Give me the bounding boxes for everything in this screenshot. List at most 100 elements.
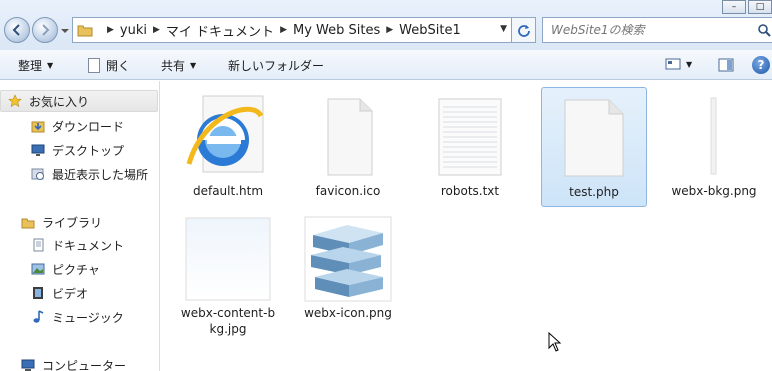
videos-icon [30, 285, 46, 301]
recent-places-icon [30, 166, 46, 182]
breadcrumb-my-documents[interactable]: マイ ドキュメント [166, 21, 274, 40]
star-icon [7, 93, 23, 109]
libraries-icon [20, 214, 36, 230]
sidebar-item-downloads[interactable]: ダウンロード [0, 115, 158, 137]
file-name: webx-content-bkg.jpg [180, 306, 276, 336]
folder-icon [77, 25, 93, 37]
organize-label: 整理 [18, 59, 43, 73]
new-folder-button[interactable]: 新しいフォルダー [228, 57, 324, 74]
breadcrumb-yuki[interactable]: yuki [120, 23, 147, 38]
refresh-icon [517, 25, 530, 37]
refresh-button[interactable] [512, 17, 536, 43]
change-view-button[interactable]: ▼ [665, 58, 692, 70]
sidebar-label: ライブラリ [42, 215, 103, 230]
navigation-pane: お気に入り ダウンロード デスクトップ 最近表示した場所 ライブラリ ドキュメン… [0, 81, 160, 371]
minimize-icon: – [731, 2, 737, 12]
sidebar-label: 最近表示した場所 [52, 167, 149, 182]
sidebar-item-music[interactable]: ミュージック [0, 306, 158, 328]
chevron-down-icon: ▼ [47, 61, 54, 70]
chevron-down-icon: ▼ [686, 59, 693, 69]
image-strip-icon [666, 93, 762, 181]
chevron-right-icon[interactable]: ▶ [280, 25, 287, 35]
file-list: default.htm favicon.ico robots.txt test.… [161, 81, 772, 371]
maximize-icon: □ [755, 2, 765, 12]
maximize-button[interactable]: □ [748, 0, 772, 14]
sidebar-label: ビデオ [52, 286, 89, 301]
search-icon[interactable] [757, 23, 771, 37]
sidebar-item-documents[interactable]: ドキュメント [0, 234, 158, 256]
document-icon [88, 58, 100, 73]
new-folder-label: 新しいフォルダー [228, 59, 325, 73]
file-name: webx-icon.png [304, 306, 392, 320]
computer-icon [20, 357, 36, 371]
sidebar-label: お気に入り [29, 94, 90, 109]
preview-pane-icon [718, 58, 734, 72]
breadcrumb-my-web-sites[interactable]: My Web Sites [293, 23, 380, 38]
share-menu[interactable]: 共有 ▼ [161, 57, 196, 74]
file-item[interactable]: webx-content-bkg.jpg [175, 209, 281, 344]
back-button[interactable] [4, 17, 30, 43]
downloads-folder-icon [30, 118, 46, 134]
open-button[interactable]: 開く [88, 57, 130, 74]
address-bar[interactable]: ▶ yuki ▶ マイ ドキュメント ▶ My Web Sites ▶ WebS… [72, 17, 512, 43]
stacked-blocks-icon [300, 215, 396, 303]
gradient-image-icon [180, 215, 276, 303]
sidebar-item-pictures[interactable]: ピクチャ [0, 258, 158, 280]
file-item-selected[interactable]: test.php [541, 87, 647, 207]
file-name: robots.txt [440, 184, 500, 198]
sidebar-item-libraries[interactable]: ライブラリ [0, 211, 158, 233]
music-note-icon [30, 309, 46, 325]
help-icon: ? [752, 56, 770, 74]
sidebar-label: ドキュメント [52, 238, 125, 253]
chevron-right-icon[interactable]: ▶ [153, 25, 160, 35]
organize-menu[interactable]: 整理 ▼ [18, 57, 53, 74]
sidebar-item-videos[interactable]: ビデオ [0, 282, 158, 304]
view-icon [665, 58, 681, 70]
desktop-icon [30, 142, 46, 158]
chevron-right-icon[interactable]: ▶ [107, 25, 114, 35]
chevron-right-icon[interactable]: ▶ [386, 25, 393, 35]
open-label: 開く [106, 59, 131, 73]
sidebar-label: コンピューター [42, 358, 127, 371]
file-name: test.php [569, 185, 619, 199]
file-item[interactable]: webx-icon.png [295, 209, 401, 329]
file-item[interactable]: favicon.ico [295, 87, 401, 207]
search-input[interactable] [551, 23, 751, 37]
preview-pane-button[interactable] [718, 58, 734, 72]
ie-icon [180, 93, 276, 181]
sidebar-label: ダウンロード [52, 119, 125, 134]
command-bar: 整理 ▼ 開く 共有 ▼ 新しいフォルダー ▼ ? [0, 50, 772, 80]
file-item[interactable]: robots.txt [417, 87, 523, 207]
sidebar-item-favorites[interactable]: お気に入り [0, 90, 158, 112]
chevron-down-icon: ▼ [190, 61, 197, 70]
blank-file-icon [300, 93, 396, 181]
forward-arrow-icon [42, 24, 50, 36]
sidebar-item-desktop[interactable]: デスクトップ [0, 139, 158, 161]
back-arrow-icon [12, 24, 20, 36]
documents-icon [30, 237, 46, 253]
text-file-icon [422, 93, 518, 181]
sidebar-label: デスクトップ [52, 143, 125, 158]
address-row: ▶ yuki ▶ マイ ドキュメント ▶ My Web Sites ▶ WebS… [0, 0, 772, 50]
sidebar-label: ピクチャ [52, 262, 100, 277]
sidebar-item-recent-places[interactable]: 最近表示した場所 [0, 163, 158, 185]
window-controls: – □ [720, 0, 772, 14]
pictures-icon [30, 261, 46, 277]
file-name: default.htm [192, 184, 264, 198]
file-name: webx-bkg.png [671, 184, 757, 198]
file-item[interactable]: webx-bkg.png [661, 87, 767, 207]
address-dropdown-icon[interactable]: ▼ [500, 24, 507, 34]
breadcrumb-website1[interactable]: WebSite1 [399, 23, 461, 38]
file-name: favicon.ico [315, 184, 381, 198]
sidebar-label: ミュージック [52, 310, 124, 325]
sidebar-item-computer[interactable]: コンピューター [0, 354, 158, 371]
minimize-button[interactable]: – [722, 0, 746, 14]
mouse-pointer-icon [548, 332, 562, 352]
search-box[interactable] [542, 17, 772, 43]
recent-pages-dropdown-icon[interactable] [60, 26, 70, 36]
help-button[interactable]: ? [752, 56, 770, 74]
file-item[interactable]: default.htm [175, 87, 281, 207]
forward-button[interactable] [32, 17, 58, 43]
share-label: 共有 [161, 59, 186, 73]
blank-file-icon [546, 94, 642, 182]
